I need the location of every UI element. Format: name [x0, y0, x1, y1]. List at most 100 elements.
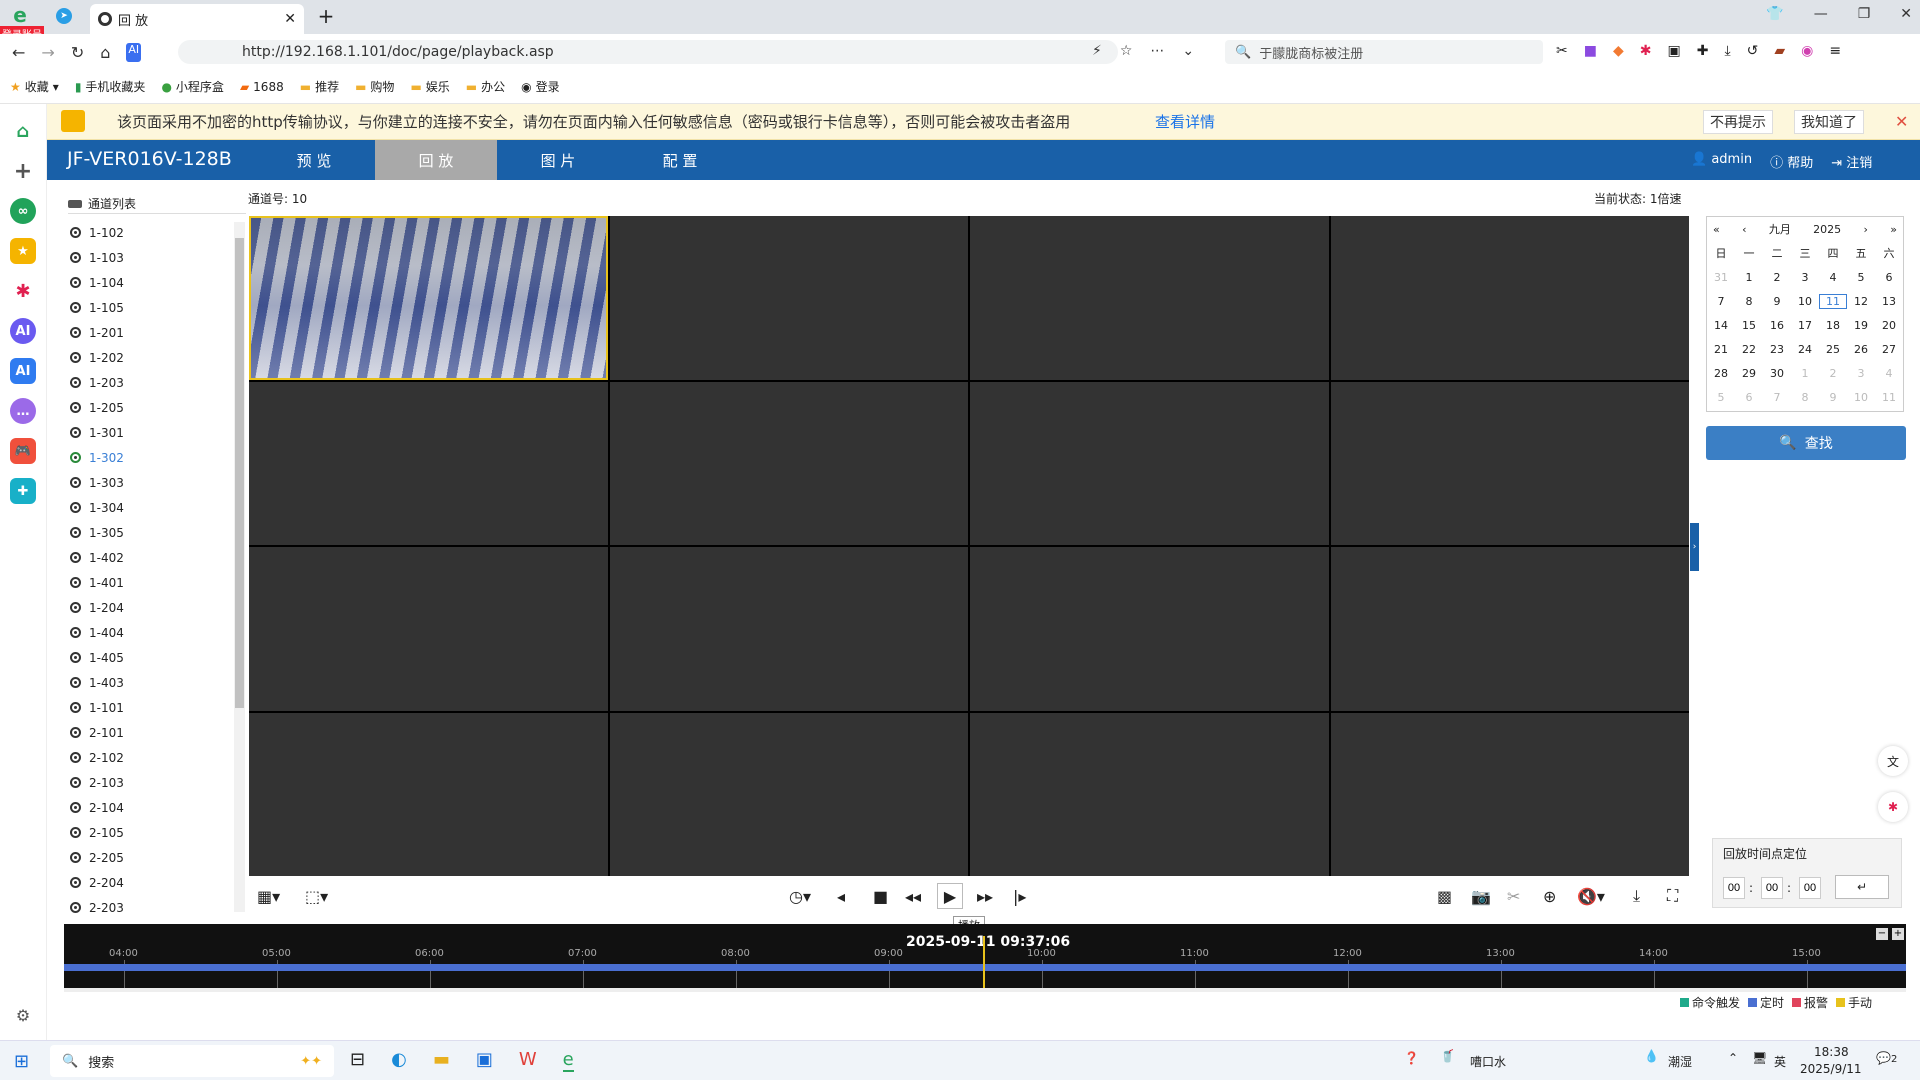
video-cell[interactable]	[970, 381, 1329, 545]
bookmark-shopping[interactable]: ▬ 购物	[355, 78, 394, 95]
timeline-scrollbar[interactable]	[64, 988, 1906, 992]
calendar-day[interactable]: 12	[1847, 295, 1875, 308]
calendar-day[interactable]: 26	[1847, 343, 1875, 356]
video-cell[interactable]	[249, 712, 608, 876]
channel-item[interactable]: 2-105	[60, 820, 246, 845]
calendar-day[interactable]: 1	[1791, 367, 1819, 380]
file-explorer-icon[interactable]: ▬	[433, 1049, 450, 1072]
minute-input[interactable]	[1761, 877, 1783, 899]
video-cell[interactable]	[1330, 712, 1689, 876]
channel-item[interactable]: 1-205	[60, 395, 246, 420]
channel-item[interactable]: 2-104	[60, 795, 246, 820]
stop-icon[interactable]: ■	[873, 887, 888, 906]
calendar-day[interactable]: 6	[1735, 391, 1763, 404]
channel-item[interactable]: 1-304	[60, 495, 246, 520]
calendar-day[interactable]: 7	[1763, 391, 1791, 404]
video-cell[interactable]	[609, 216, 968, 380]
bookmark-miniprogram[interactable]: ● 小程序盒	[161, 78, 224, 95]
briefcase-icon[interactable]: ▰	[1774, 43, 1785, 59]
more-icon[interactable]: ⋯	[1150, 43, 1164, 59]
user-link[interactable]: 👤 admin	[1691, 152, 1752, 171]
video-cell[interactable]	[249, 547, 608, 711]
channel-item[interactable]: 1-305	[60, 520, 246, 545]
help-tray-icon[interactable]: ❓	[1404, 1051, 1419, 1065]
channel-item[interactable]: 1-403	[60, 670, 246, 695]
no-more-button[interactable]: 不再提示	[1703, 110, 1773, 134]
channel-item[interactable]: 1-104	[60, 270, 246, 295]
tray-chevron-icon[interactable]: ⌃	[1728, 1051, 1738, 1065]
menu-icon[interactable]: ≡	[1829, 43, 1841, 59]
channel-scrollbar[interactable]	[234, 222, 245, 912]
minimize-icon[interactable]: —	[1814, 6, 1828, 22]
video-cell[interactable]	[249, 381, 608, 545]
calendar-year[interactable]: 2025	[1813, 223, 1841, 236]
ime-lang[interactable]: 英	[1774, 1053, 1786, 1070]
prev-month-icon[interactable]: ‹	[1742, 223, 1746, 236]
channel-item[interactable]: 2-204	[60, 870, 246, 895]
weather-app-icon[interactable]: 🥤	[1440, 1049, 1455, 1063]
scroll-thumb[interactable]	[235, 238, 244, 708]
calendar-day[interactable]: 21	[1707, 343, 1735, 356]
channel-item[interactable]: 2-101	[60, 720, 246, 745]
calendar-day[interactable]: 6	[1875, 271, 1903, 284]
ext-purple-icon[interactable]: ■	[1584, 43, 1597, 59]
restore-icon[interactable]: ❐	[1858, 6, 1871, 22]
home-icon[interactable]: ⌂	[10, 118, 36, 144]
channel-item[interactable]: 1-401	[60, 570, 246, 595]
translate-icon[interactable]: 文	[1878, 746, 1908, 776]
prev-year-icon[interactable]: «	[1713, 223, 1720, 236]
warning-details-link[interactable]: 查看详情	[1155, 111, 1215, 132]
nav-config[interactable]: 配 置	[619, 140, 741, 180]
settings-icon[interactable]: ⚙	[10, 1002, 36, 1028]
calendar-day[interactable]: 4	[1819, 271, 1847, 284]
got-it-button[interactable]: 我知道了	[1794, 110, 1864, 134]
channel-item[interactable]: 1-102	[60, 220, 246, 245]
url-field[interactable]: http://192.168.1.101/doc/page/playback.a…	[178, 40, 1118, 64]
ext-game-icon[interactable]: ◆	[1613, 43, 1624, 59]
zoom-out-icon[interactable]: −	[1876, 928, 1888, 940]
forward-icon[interactable]: →	[41, 43, 54, 62]
channel-item[interactable]: 1-405	[60, 645, 246, 670]
video-cell[interactable]	[970, 712, 1329, 876]
channel-item[interactable]: 2-203	[60, 895, 246, 920]
puzzle-icon[interactable]: ✚	[1697, 43, 1709, 59]
favorites-icon[interactable]: ★	[10, 238, 36, 264]
help-link[interactable]: ⓘ 帮助	[1770, 152, 1813, 171]
video-cell[interactable]	[609, 381, 968, 545]
bookmark-mobile[interactable]: ▮ 手机收藏夹	[75, 78, 146, 95]
lightning-icon[interactable]: ⚡	[1092, 43, 1102, 59]
playback-mode-icon[interactable]: ◷▾	[789, 887, 811, 906]
bookmark-recommend[interactable]: ▬ 推荐	[300, 78, 339, 95]
close-window-icon[interactable]: ✕	[1900, 6, 1912, 22]
bookmark-office[interactable]: ▬ 办公	[466, 78, 505, 95]
channel-item[interactable]: 1-301	[60, 420, 246, 445]
chevron-down-icon[interactable]: ⌄	[1182, 43, 1194, 59]
video-cell[interactable]	[970, 547, 1329, 711]
ext-box-icon[interactable]: ▣	[1667, 43, 1680, 59]
link-icon[interactable]: ∞	[10, 198, 36, 224]
back-icon[interactable]: ←	[12, 43, 25, 62]
calendar-day[interactable]: 28	[1707, 367, 1735, 380]
calendar-day[interactable]: 22	[1735, 343, 1763, 356]
zoom-in-icon[interactable]: +	[1892, 928, 1904, 940]
notification-icon[interactable]: 💬2	[1876, 1051, 1897, 1065]
home-icon[interactable]: ⌂	[100, 43, 110, 62]
video-cell[interactable]	[1330, 381, 1689, 545]
video-cell-active[interactable]	[249, 216, 608, 380]
browser-taskbar-icon[interactable]: e	[562, 1049, 574, 1072]
enter-button[interactable]: ↵	[1835, 875, 1889, 899]
calendar-day[interactable]: 3	[1791, 271, 1819, 284]
calendar-day[interactable]: 20	[1875, 319, 1903, 332]
video-cell[interactable]	[1330, 216, 1689, 380]
bookmark-login[interactable]: ◉ 登录	[521, 78, 560, 95]
star-icon[interactable]: ☆	[1120, 43, 1133, 59]
calendar-day[interactable]: 4	[1875, 367, 1903, 380]
next-year-icon[interactable]: »	[1890, 223, 1897, 236]
download-icon[interactable]: ⤓	[1724, 43, 1730, 59]
calendar-day[interactable]: 18	[1819, 319, 1847, 332]
fast-forward-icon[interactable]: ▸▸	[977, 887, 993, 906]
clock-date[interactable]: 2025/9/11	[1800, 1062, 1862, 1076]
calendar-day[interactable]: 19	[1847, 319, 1875, 332]
calendar-day[interactable]: 30	[1763, 367, 1791, 380]
calendar-month[interactable]: 九月	[1769, 221, 1791, 237]
